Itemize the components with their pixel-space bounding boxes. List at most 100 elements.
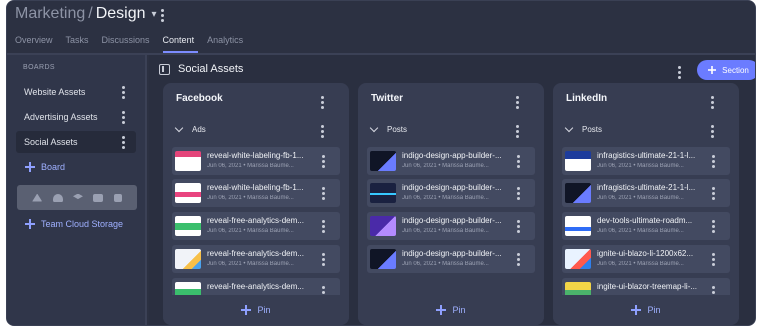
group-label: Posts bbox=[582, 125, 603, 134]
asset-thumbnail bbox=[175, 216, 201, 236]
column-facebook: Facebook Ads reveal-white-labeling-fb-1.… bbox=[163, 83, 349, 325]
asset-card[interactable]: indigo-design-app-builder-... Jun 06, 20… bbox=[367, 147, 535, 175]
more-vertical-icon[interactable] bbox=[705, 95, 719, 109]
asset-meta: Jun 06, 2021 • Marissa Baume... bbox=[597, 261, 684, 267]
chevron-down-icon[interactable] bbox=[564, 123, 574, 133]
add-section-button[interactable]: Section bbox=[697, 60, 755, 80]
more-vertical-icon[interactable] bbox=[706, 186, 720, 200]
more-vertical-icon[interactable] bbox=[316, 252, 330, 266]
asset-card[interactable]: infragistics-ultimate-21-1-l... Jun 06, … bbox=[562, 179, 730, 207]
asset-meta: Jun 06, 2021 • Marissa Baume... bbox=[402, 195, 489, 201]
top-bar: Marketing / Design ▾ Overview Tasks Disc… bbox=[7, 1, 755, 53]
asset-thumbnail bbox=[175, 249, 201, 269]
chevron-down-icon[interactable] bbox=[174, 123, 184, 133]
chevron-down-icon[interactable] bbox=[369, 123, 379, 133]
asset-thumbnail bbox=[565, 183, 591, 203]
asset-name: dev-tools-ultimate-roadm... bbox=[597, 216, 693, 225]
team-cloud-storage-button[interactable]: Team Cloud Storage bbox=[25, 219, 123, 229]
asset-meta: Jun 06, 2021 • Marissa Baume... bbox=[402, 228, 489, 234]
pin-button[interactable]: Pin bbox=[358, 295, 544, 325]
add-board-button[interactable]: Board bbox=[25, 162, 65, 172]
asset-meta: Jun 06, 2021 • Marissa Baume... bbox=[402, 163, 489, 169]
sidebar-item-website-assets[interactable]: Website Assets bbox=[16, 81, 136, 103]
asset-card[interactable]: reveal-white-labeling-fb-1... Jun 06, 20… bbox=[172, 179, 340, 207]
more-vertical-icon[interactable] bbox=[706, 219, 720, 233]
more-vertical-icon[interactable] bbox=[116, 110, 130, 124]
export-icon[interactable] bbox=[113, 193, 122, 202]
asset-thumbnail bbox=[370, 216, 396, 236]
sidebar-item-label: Website Assets bbox=[24, 87, 86, 97]
dropbox-icon[interactable] bbox=[72, 193, 83, 200]
sidebar-item-advertising-assets[interactable]: Advertising Assets bbox=[16, 106, 136, 128]
asset-name: ignite-ui-blazo-li-1200x62... bbox=[597, 249, 694, 258]
asset-card[interactable]: infragistics-ultimate-21-1-l... Jun 06, … bbox=[562, 147, 730, 175]
asset-meta: Jun 06, 2021 • Marissa Baume... bbox=[207, 261, 294, 267]
sidebar-heading: BOARDS bbox=[23, 64, 55, 71]
asset-name: indigo-design-app-builder-... bbox=[402, 216, 502, 225]
pin-button[interactable]: Pin bbox=[163, 295, 349, 325]
tab-bar: Overview Tasks Discussions Content Analy… bbox=[15, 35, 256, 53]
breadcrumb-parent[interactable]: Marketing bbox=[15, 5, 85, 23]
plus-icon bbox=[631, 305, 642, 315]
more-vertical-icon[interactable] bbox=[510, 95, 524, 109]
more-vertical-icon[interactable] bbox=[315, 124, 329, 138]
group-label: Ads bbox=[192, 125, 206, 134]
asset-meta: Jun 06, 2021 • Marissa Baume... bbox=[597, 195, 684, 201]
sidebar: BOARDS Website Assets Advertising Assets… bbox=[7, 55, 147, 325]
group-header[interactable]: Ads bbox=[174, 123, 206, 134]
asset-card[interactable]: indigo-design-app-builder-... Jun 06, 20… bbox=[367, 212, 535, 240]
asset-meta: Jun 06, 2021 • Marissa Baume... bbox=[207, 163, 294, 169]
sidebar-item-label: Social Assets bbox=[24, 137, 78, 147]
cloud-storage-bar bbox=[17, 185, 137, 210]
sidebar-item-social-assets[interactable]: Social Assets bbox=[16, 131, 136, 153]
more-vertical-icon[interactable] bbox=[316, 186, 330, 200]
asset-card[interactable]: ignite-ui-blazo-li-1200x62... Jun 06, 20… bbox=[562, 245, 730, 273]
more-vertical-icon[interactable] bbox=[706, 252, 720, 266]
asset-meta: Jun 06, 2021 • Marissa Baume... bbox=[207, 195, 294, 201]
tab-discussions[interactable]: Discussions bbox=[102, 35, 154, 53]
pin-button[interactable]: Pin bbox=[553, 295, 739, 325]
tab-content[interactable]: Content bbox=[162, 35, 199, 53]
board-title: Social Assets bbox=[178, 63, 244, 75]
more-vertical-icon[interactable] bbox=[510, 124, 524, 138]
more-vertical-icon[interactable] bbox=[116, 85, 130, 99]
more-vertical-icon[interactable] bbox=[511, 186, 525, 200]
more-vertical-icon[interactable] bbox=[155, 8, 169, 22]
asset-card[interactable]: reveal-free-analytics-dem... Jun 06, 202… bbox=[172, 245, 340, 273]
asset-meta: Jun 06, 2021 • Marissa Baume... bbox=[597, 163, 684, 169]
more-vertical-icon[interactable] bbox=[316, 154, 330, 168]
group-header[interactable]: Posts bbox=[564, 123, 603, 134]
asset-meta: Jun 06, 2021 • Marissa Baume... bbox=[597, 228, 684, 234]
box-icon[interactable] bbox=[93, 193, 104, 202]
pin-label: Pin bbox=[647, 305, 661, 315]
team-cloud-storage-label: Team Cloud Storage bbox=[41, 219, 124, 229]
tab-analytics[interactable]: Analytics bbox=[207, 35, 247, 53]
tab-overview[interactable]: Overview bbox=[15, 35, 57, 53]
breadcrumb-current[interactable]: Design bbox=[96, 5, 146, 23]
asset-thumbnail bbox=[175, 151, 201, 171]
google-drive-icon[interactable] bbox=[32, 193, 43, 202]
asset-name: indigo-design-app-builder-... bbox=[402, 151, 502, 160]
column-linkedin: LinkedIn Posts infragistics-ultimate-21-… bbox=[553, 83, 739, 325]
more-vertical-icon[interactable] bbox=[116, 135, 130, 149]
asset-card[interactable]: indigo-design-app-builder-... Jun 06, 20… bbox=[367, 179, 535, 207]
more-vertical-icon[interactable] bbox=[511, 154, 525, 168]
asset-card[interactable]: reveal-free-analytics-dem... Jun 06, 202… bbox=[172, 212, 340, 240]
more-vertical-icon[interactable] bbox=[706, 154, 720, 168]
more-vertical-icon[interactable] bbox=[316, 219, 330, 233]
more-vertical-icon[interactable] bbox=[315, 95, 329, 109]
more-vertical-icon[interactable] bbox=[705, 124, 719, 138]
more-vertical-icon[interactable] bbox=[672, 65, 686, 79]
group-header[interactable]: Posts bbox=[369, 123, 407, 134]
asset-card[interactable]: indigo-design-app-builder-... Jun 06, 20… bbox=[367, 245, 535, 273]
asset-thumbnail bbox=[370, 151, 396, 171]
more-vertical-icon[interactable] bbox=[511, 252, 525, 266]
asset-thumbnail bbox=[370, 249, 396, 269]
onedrive-icon[interactable] bbox=[52, 193, 63, 202]
more-vertical-icon[interactable] bbox=[511, 219, 525, 233]
asset-card[interactable]: reveal-white-labeling-fb-1... Jun 06, 20… bbox=[172, 147, 340, 175]
asset-card[interactable]: dev-tools-ultimate-roadm... Jun 06, 2021… bbox=[562, 212, 730, 240]
column-title: LinkedIn bbox=[566, 93, 608, 104]
asset-name: infragistics-ultimate-21-1-l... bbox=[597, 151, 696, 160]
tab-tasks[interactable]: Tasks bbox=[66, 35, 93, 53]
